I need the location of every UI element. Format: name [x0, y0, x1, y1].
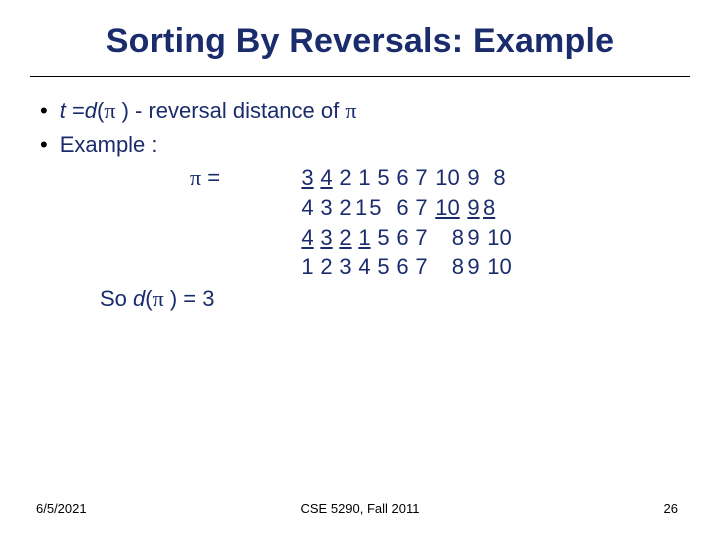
bullet-dot: •	[40, 130, 48, 160]
cell: 3	[317, 193, 336, 223]
cell: 10	[431, 193, 464, 223]
d-var: d	[85, 98, 97, 123]
cell: 9	[464, 193, 483, 223]
txt: ) - reversal distance of	[115, 98, 345, 123]
cell: 8	[483, 163, 516, 193]
pi-symbol: π	[190, 165, 201, 190]
cell: 8	[483, 193, 516, 223]
cell: 9	[464, 252, 483, 282]
permutation-row-3: 43215678910	[190, 223, 680, 253]
cell: 3	[298, 163, 317, 193]
cell-val: 5	[369, 195, 380, 220]
cell: 10	[431, 163, 464, 193]
so-text: So	[100, 286, 133, 311]
cell: 8	[431, 252, 464, 282]
cell: 2	[336, 193, 355, 223]
cell: 8	[431, 223, 464, 253]
cell: 6	[393, 223, 412, 253]
cell: 5	[374, 163, 393, 193]
perm-row-nums: 34215671098	[298, 163, 516, 193]
cell: 2	[336, 163, 355, 193]
footer-page-number: 26	[664, 501, 678, 516]
pi-symbol: π	[153, 286, 164, 311]
cell: 4	[298, 193, 317, 223]
perm-row-nums: 12345678910	[298, 254, 516, 279]
cell: 7	[412, 223, 431, 253]
title-rule	[30, 76, 690, 77]
perm-row-nums: 43215678910	[298, 225, 516, 250]
footer-course: CSE 5290, Fall 2011	[0, 501, 720, 516]
cell: 3	[336, 252, 355, 282]
bullet-2: • Example :	[40, 130, 680, 160]
cell-val: 1	[355, 195, 366, 220]
perm-lead: π =	[190, 163, 298, 193]
cell: 10	[483, 223, 516, 253]
cell: 9	[464, 163, 483, 193]
slide-body: • t =d(π ) - reversal distance of π • Ex…	[40, 96, 680, 314]
permutation-row-2: 43215671098	[190, 193, 680, 223]
cell: 3	[317, 223, 336, 253]
cell: 2	[317, 252, 336, 282]
so-line: So d(π ) = 3	[100, 284, 680, 314]
bullet-dot: •	[40, 96, 48, 126]
so-tail: ) = 3	[164, 286, 215, 311]
cell: 5	[374, 223, 393, 253]
cell: 7	[412, 163, 431, 193]
lparen: (	[145, 286, 152, 311]
cell: 5	[374, 252, 393, 282]
pi-symbol: π	[345, 98, 356, 123]
cell: 7	[412, 252, 431, 282]
perm-row-nums: 43215671098	[298, 195, 516, 220]
cell: 4	[355, 252, 374, 282]
cell: 6	[393, 193, 412, 223]
permutation-row-4: 12345678910	[190, 252, 680, 282]
txt: =	[66, 98, 85, 123]
cell: 6	[393, 163, 412, 193]
equals: =	[201, 165, 220, 190]
cell: 4	[317, 163, 336, 193]
bullet-1-text: t =d(π ) - reversal distance of π	[60, 96, 357, 126]
cell: 7	[412, 193, 431, 223]
tight-cell: 15	[355, 193, 374, 223]
slide-title: Sorting By Reversals: Example	[0, 22, 720, 61]
pi-symbol: π	[104, 98, 115, 123]
permutation-row-1: π = 34215671098	[190, 163, 680, 193]
cell: 9	[464, 223, 483, 253]
cell: 1	[298, 252, 317, 282]
cell: 6	[393, 252, 412, 282]
cell: 10	[483, 252, 516, 282]
bullet-1: • t =d(π ) - reversal distance of π	[40, 96, 680, 126]
cell: 2	[336, 223, 355, 253]
cell: 4	[298, 223, 317, 253]
d-var: d	[133, 286, 145, 311]
cell: 1	[355, 163, 374, 193]
bullet-2-text: Example :	[60, 130, 158, 160]
cell: 1	[355, 223, 374, 253]
